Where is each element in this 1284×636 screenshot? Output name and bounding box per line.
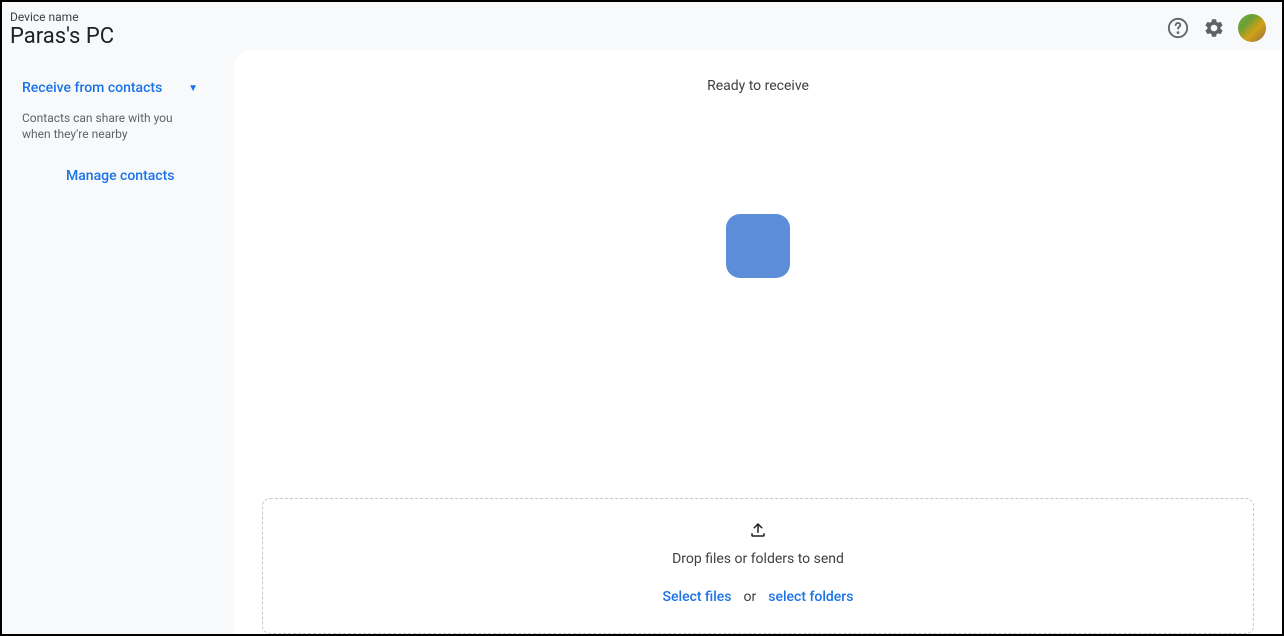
upload-icon xyxy=(749,521,767,543)
help-icon[interactable] xyxy=(1166,16,1190,40)
center-area xyxy=(258,94,1258,498)
header-title-block: Device name Paras's PC xyxy=(10,10,114,50)
device-indicator xyxy=(726,214,790,278)
receive-mode-dropdown[interactable]: Receive from contacts ▼ xyxy=(22,80,218,96)
receive-mode-label: Receive from contacts xyxy=(22,80,162,96)
content: Receive from contacts ▼ Contacts can sha… xyxy=(2,50,1282,634)
manage-contacts-link[interactable]: Manage contacts xyxy=(22,168,218,184)
receive-mode-description: Contacts can share with you when they're… xyxy=(22,110,218,142)
device-name-label: Device name xyxy=(10,10,114,24)
main-panel: Ready to receive Drop files or folders t… xyxy=(234,50,1282,634)
device-name: Paras's PC xyxy=(10,24,114,50)
or-text: or xyxy=(744,589,757,605)
header-actions xyxy=(1166,10,1266,42)
gear-icon[interactable] xyxy=(1202,16,1226,40)
select-folders-link[interactable]: select folders xyxy=(768,589,853,605)
sidebar: Receive from contacts ▼ Contacts can sha… xyxy=(2,50,234,634)
drop-zone[interactable]: Drop files or folders to send Select fil… xyxy=(262,498,1254,634)
select-files-link[interactable]: Select files xyxy=(663,589,732,605)
avatar[interactable] xyxy=(1238,14,1266,42)
action-row: Select files or select folders xyxy=(663,589,854,605)
status-text: Ready to receive xyxy=(258,78,1258,94)
header: Device name Paras's PC xyxy=(2,2,1282,50)
chevron-down-icon: ▼ xyxy=(188,83,198,94)
drop-zone-text: Drop files or folders to send xyxy=(672,551,844,567)
